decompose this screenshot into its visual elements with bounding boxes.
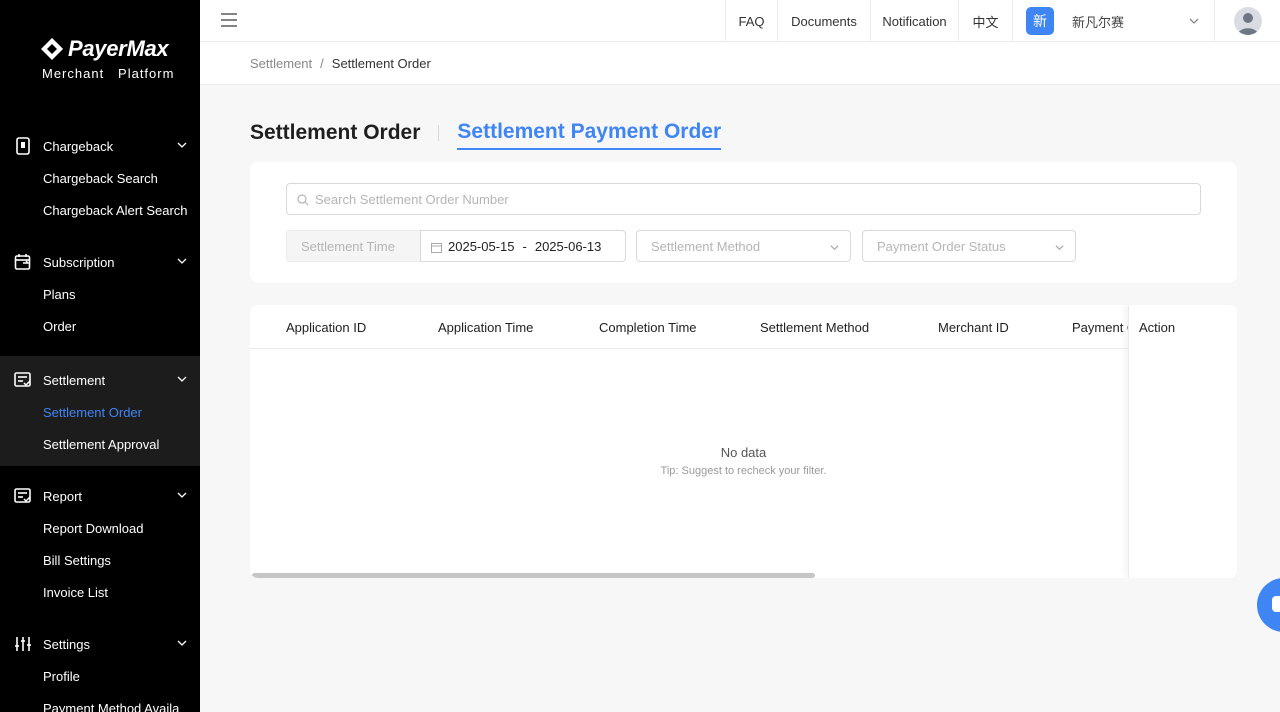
avatar (1233, 7, 1262, 35)
search-box (286, 183, 1201, 215)
table-header: Application ID Application Time Completi… (250, 305, 1237, 349)
breadcrumb-parent[interactable]: Settlement (250, 56, 312, 71)
nav-group-subscription-header[interactable]: Subscription (0, 246, 200, 278)
chevron-down-icon (829, 241, 840, 252)
brand-subtitle: Merchant Platform (42, 66, 175, 81)
nav-group-label: Report (43, 488, 83, 504)
horizontal-scrollbar[interactable] (252, 573, 815, 578)
language-switch[interactable]: 中文 (958, 0, 1012, 42)
empty-state-title: No data (720, 445, 767, 460)
column-header-payment-order: Payment O (1072, 319, 1128, 335)
sidebar-item-invoice-list[interactable]: Invoice List (0, 576, 200, 608)
nav-group-subscription: Subscription Plans Order (0, 232, 200, 348)
column-header-completion-time: Completion Time (599, 319, 697, 335)
nav-group-chargeback-header[interactable]: Chargeback (0, 130, 200, 162)
merchant-badge: 新 (1026, 7, 1054, 35)
tab-divider (438, 125, 440, 141)
breadcrumb-separator: / (320, 55, 324, 71)
settlement-time-label: Settlement Time (286, 230, 421, 262)
column-header-merchant-id: Merchant ID (938, 319, 1009, 335)
top-bar: FAQ Documents Notification 中文 新 新凡尔赛 (200, 0, 1280, 42)
payermax-logo-icon (40, 37, 64, 61)
settlement-method-placeholder: Settlement Method (651, 238, 761, 254)
page-tabs: Settlement Order Settlement Payment Orde… (250, 116, 722, 150)
nav-group-settings-header[interactable]: Settings (0, 628, 200, 660)
search-icon (297, 193, 309, 206)
brand-name: PayerMax (68, 36, 169, 61)
payment-order-status-placeholder: Payment Order Status (877, 238, 1006, 254)
sidebar-item-chargeback-search[interactable]: Chargeback Search (0, 162, 200, 194)
report-doc-icon (14, 487, 32, 505)
nav-group-label: Chargeback (43, 138, 114, 154)
sidebar-item-payment-method-availability[interactable]: Payment Method Availa (0, 692, 200, 712)
column-header-application-time: Application Time (438, 319, 534, 335)
nav-group-label: Settlement (43, 372, 106, 388)
chat-bubble-icon (1272, 596, 1280, 612)
sidebar-item-plans[interactable]: Plans (0, 278, 200, 310)
nav-group-label: Subscription (43, 254, 115, 270)
column-header-settlement-method: Settlement Method (760, 319, 870, 335)
date-separator: - (522, 238, 527, 254)
chevron-down-icon (1188, 15, 1200, 27)
chevron-down-icon (1054, 241, 1065, 252)
sidebar-item-profile[interactable]: Profile (0, 660, 200, 692)
nav-group-settlement-header[interactable]: Settlement (0, 364, 200, 396)
tab-settlement-payment-order[interactable]: Settlement Payment Order (457, 116, 722, 150)
calendar-icon (431, 241, 442, 253)
settlement-method-select[interactable]: Settlement Method (636, 230, 851, 262)
documents-link[interactable]: Documents (777, 0, 870, 42)
breadcrumb: Settlement / Settlement Order (200, 42, 1280, 85)
sidebar-item-settlement-approval[interactable]: Settlement Approval (0, 428, 200, 460)
sliders-icon (14, 635, 32, 653)
settlement-doc-icon (14, 371, 32, 389)
nav-group-settlement: Settlement Settlement Order Settlement A… (0, 356, 200, 466)
column-header-application-id: Application ID (286, 319, 367, 335)
sidebar-item-settlement-order[interactable]: Settlement Order (0, 396, 200, 428)
date-range-picker[interactable]: 2025-05-15 - 2025-06-13 (420, 230, 626, 262)
nav-group-report: Report Report Download Bill Settings Inv… (0, 466, 200, 614)
chevron-down-icon (176, 489, 188, 501)
action-column: Action (1128, 305, 1237, 578)
notification-link[interactable]: Notification (870, 0, 958, 42)
nav-group-label: Settings (43, 636, 90, 652)
merchant-name: 新凡尔赛 (1072, 14, 1125, 30)
chevron-down-icon (176, 139, 188, 151)
nav-group-chargeback: Chargeback Chargeback Search Chargeback … (0, 126, 200, 232)
payment-order-status-select[interactable]: Payment Order Status (862, 230, 1076, 262)
sidebar-item-chargeback-alert-search[interactable]: Chargeback Alert Search (0, 194, 200, 226)
calendar-repeat-icon (14, 253, 32, 271)
date-end: 2025-06-13 (534, 238, 602, 254)
results-table: Application ID Application Time Completi… (250, 305, 1237, 578)
tab-settlement-order[interactable]: Settlement Order (250, 116, 420, 150)
sidebar-item-order[interactable]: Order (0, 310, 200, 342)
breadcrumb-current: Settlement Order (331, 55, 431, 71)
merchant-switcher[interactable]: 新 新凡尔赛 (1012, 0, 1214, 42)
column-header-action: Action (1139, 319, 1176, 335)
hamburger-menu-icon[interactable] (220, 12, 238, 28)
user-menu[interactable] (1214, 0, 1280, 42)
brand-logo[interactable]: PayerMax Merchant Platform (40, 36, 175, 81)
search-input[interactable] (315, 191, 1200, 207)
chevron-down-icon (176, 373, 188, 385)
sidebar-item-bill-settings[interactable]: Bill Settings (0, 544, 200, 576)
empty-state: No data Tip: Suggest to recheck your fil… (250, 445, 1237, 477)
chevron-down-icon (176, 637, 188, 649)
empty-state-tip: Tip: Suggest to recheck your filter. (660, 465, 827, 477)
date-start: 2025-05-15 (448, 238, 515, 254)
faq-link[interactable]: FAQ (725, 0, 777, 42)
phone-card-icon (14, 137, 32, 155)
chevron-down-icon (176, 255, 188, 267)
chat-support-button[interactable] (1257, 578, 1280, 632)
filter-panel: Settlement Time 2025-05-15 - 2025-06-13 … (250, 162, 1237, 283)
nav-group-settings: Settings Profile Payment Method Availa (0, 614, 200, 712)
nav-group-report-header[interactable]: Report (0, 480, 200, 512)
sidebar-item-report-download[interactable]: Report Download (0, 512, 200, 544)
sidebar-nav: Chargeback Chargeback Search Chargeback … (0, 126, 200, 712)
sidebar: PayerMax Merchant Platform Chargeback Ch… (0, 0, 200, 712)
